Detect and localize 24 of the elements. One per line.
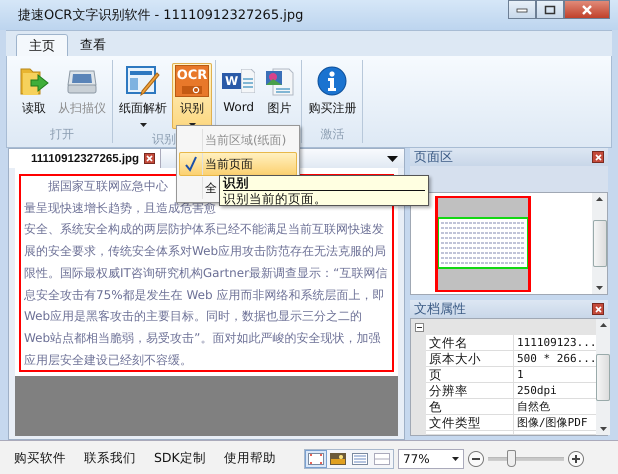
property-name: 原本大小 (426, 351, 514, 367)
document-line: Web站点都相当脆弱，易受攻击”。面对如此严峻的安全现状，加强 (24, 330, 380, 347)
property-name: 页 (426, 367, 514, 383)
property-name: 文件类型 (426, 415, 514, 431)
group-label: 激活 (320, 126, 344, 143)
window-title: 捷速OCR文字识别软件 - 11110912327265.jpg (17, 7, 304, 24)
group-label: 打开 (50, 126, 74, 143)
property-name: 分辨率 (426, 383, 514, 399)
panel-title: 文档属性 (414, 301, 466, 318)
document-line: 安全、系统安全构成的两层防护体系已经不能满足当前互联网快速发 (24, 221, 384, 238)
document-line: 应用层安全建设已经刻不容缓。 (24, 352, 192, 369)
document-line: 据国家互联网应急中心 (47, 178, 168, 195)
tooltip-text: 识别当前的页面。 (223, 191, 328, 206)
property-name: 色 (426, 399, 514, 415)
document-line: 息安全攻击有75%都是发生在 Web 应用而非网络和系统层面上，即 (24, 286, 384, 304)
ocr-icon: OCR (175, 65, 209, 98)
property-name: 文件名 (426, 335, 514, 351)
document-line: Web应用是黑客攻击的主要目标。同时，数据也显示三分之二的 (24, 308, 362, 326)
document-line: 展的安全要求，传统安全体系对Web应用攻击防范存在无法克服的局 (24, 243, 386, 260)
panel-title: 页面区 (414, 149, 453, 166)
document-line: 量呈现快速增长趋势，且造成危害愈 (24, 200, 216, 217)
tooltip-title: 识别 (223, 176, 425, 191)
document-line: 限性。国际最权威IT咨询研究机构Gartner最新调查显示：“互联网信 (24, 264, 388, 282)
group-label: 识别 (152, 131, 176, 148)
